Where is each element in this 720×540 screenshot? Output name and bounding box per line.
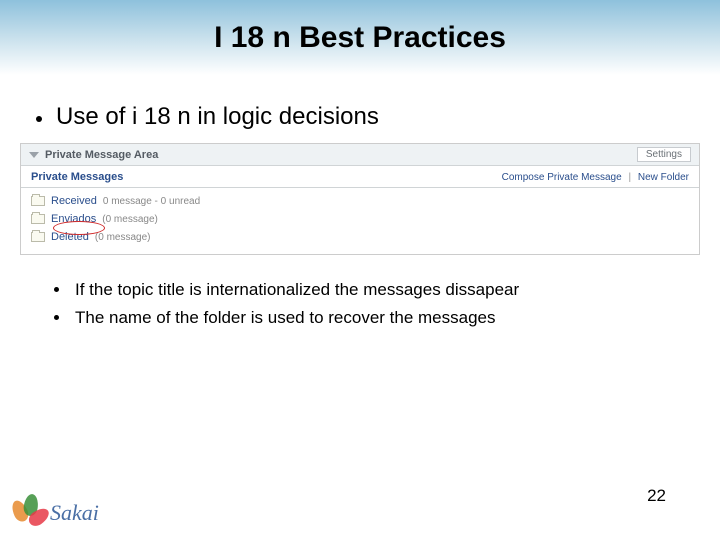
folder-icon	[31, 196, 45, 206]
folder-row[interactable]: Deleted (0 message)	[31, 228, 689, 246]
folder-meta: (0 message)	[95, 232, 151, 243]
folder-name[interactable]: Enviados	[51, 213, 96, 225]
private-message-panel: Private Message Area Settings Private Me…	[20, 143, 700, 255]
list-item: If the topic title is internationalized …	[54, 279, 720, 301]
collapse-icon[interactable]	[29, 152, 39, 158]
panel-area-title: Private Message Area	[45, 149, 158, 161]
bullet-dot	[54, 315, 59, 320]
main-bullet: Use of i 18 n in logic decisions	[36, 103, 720, 131]
list-item: The name of the folder is used to recove…	[54, 307, 720, 329]
folder-icon	[31, 214, 45, 224]
folder-icon	[31, 232, 45, 242]
compose-link[interactable]: Compose Private Message	[502, 172, 622, 183]
folder-name[interactable]: Deleted	[51, 231, 89, 243]
logo-mark-icon	[10, 494, 48, 532]
sub-bullet-text: If the topic title is internationalized …	[75, 279, 519, 301]
folder-name[interactable]: Received	[51, 195, 97, 207]
divider: |	[628, 172, 631, 183]
sakai-logo: Sakai	[10, 494, 99, 532]
section-title: Private Messages	[31, 171, 123, 183]
sub-bullet-text: The name of the folder is used to recove…	[75, 307, 496, 329]
folder-list: Received 0 message - 0 unread Enviados (…	[21, 188, 699, 254]
bullet-dot	[36, 116, 42, 122]
settings-button[interactable]: Settings	[637, 147, 691, 162]
logo-text: Sakai	[50, 500, 99, 526]
folder-meta: (0 message)	[102, 214, 158, 225]
panel-titlebar: Private Message Area Settings	[21, 144, 699, 166]
bullet-dot	[54, 287, 59, 292]
panel-toolbar: Private Messages Compose Private Message…	[21, 166, 699, 188]
folder-meta: 0 message - 0 unread	[103, 196, 200, 207]
sub-bullet-list: If the topic title is internationalized …	[54, 279, 720, 329]
folder-row[interactable]: Enviados (0 message)	[31, 210, 689, 228]
slide-title: I 18 n Best Practices	[214, 21, 506, 55]
folder-row[interactable]: Received 0 message - 0 unread	[31, 192, 689, 210]
main-bullet-text: Use of i 18 n in logic decisions	[56, 103, 379, 131]
page-number: 22	[647, 486, 666, 506]
new-folder-link[interactable]: New Folder	[638, 172, 689, 183]
